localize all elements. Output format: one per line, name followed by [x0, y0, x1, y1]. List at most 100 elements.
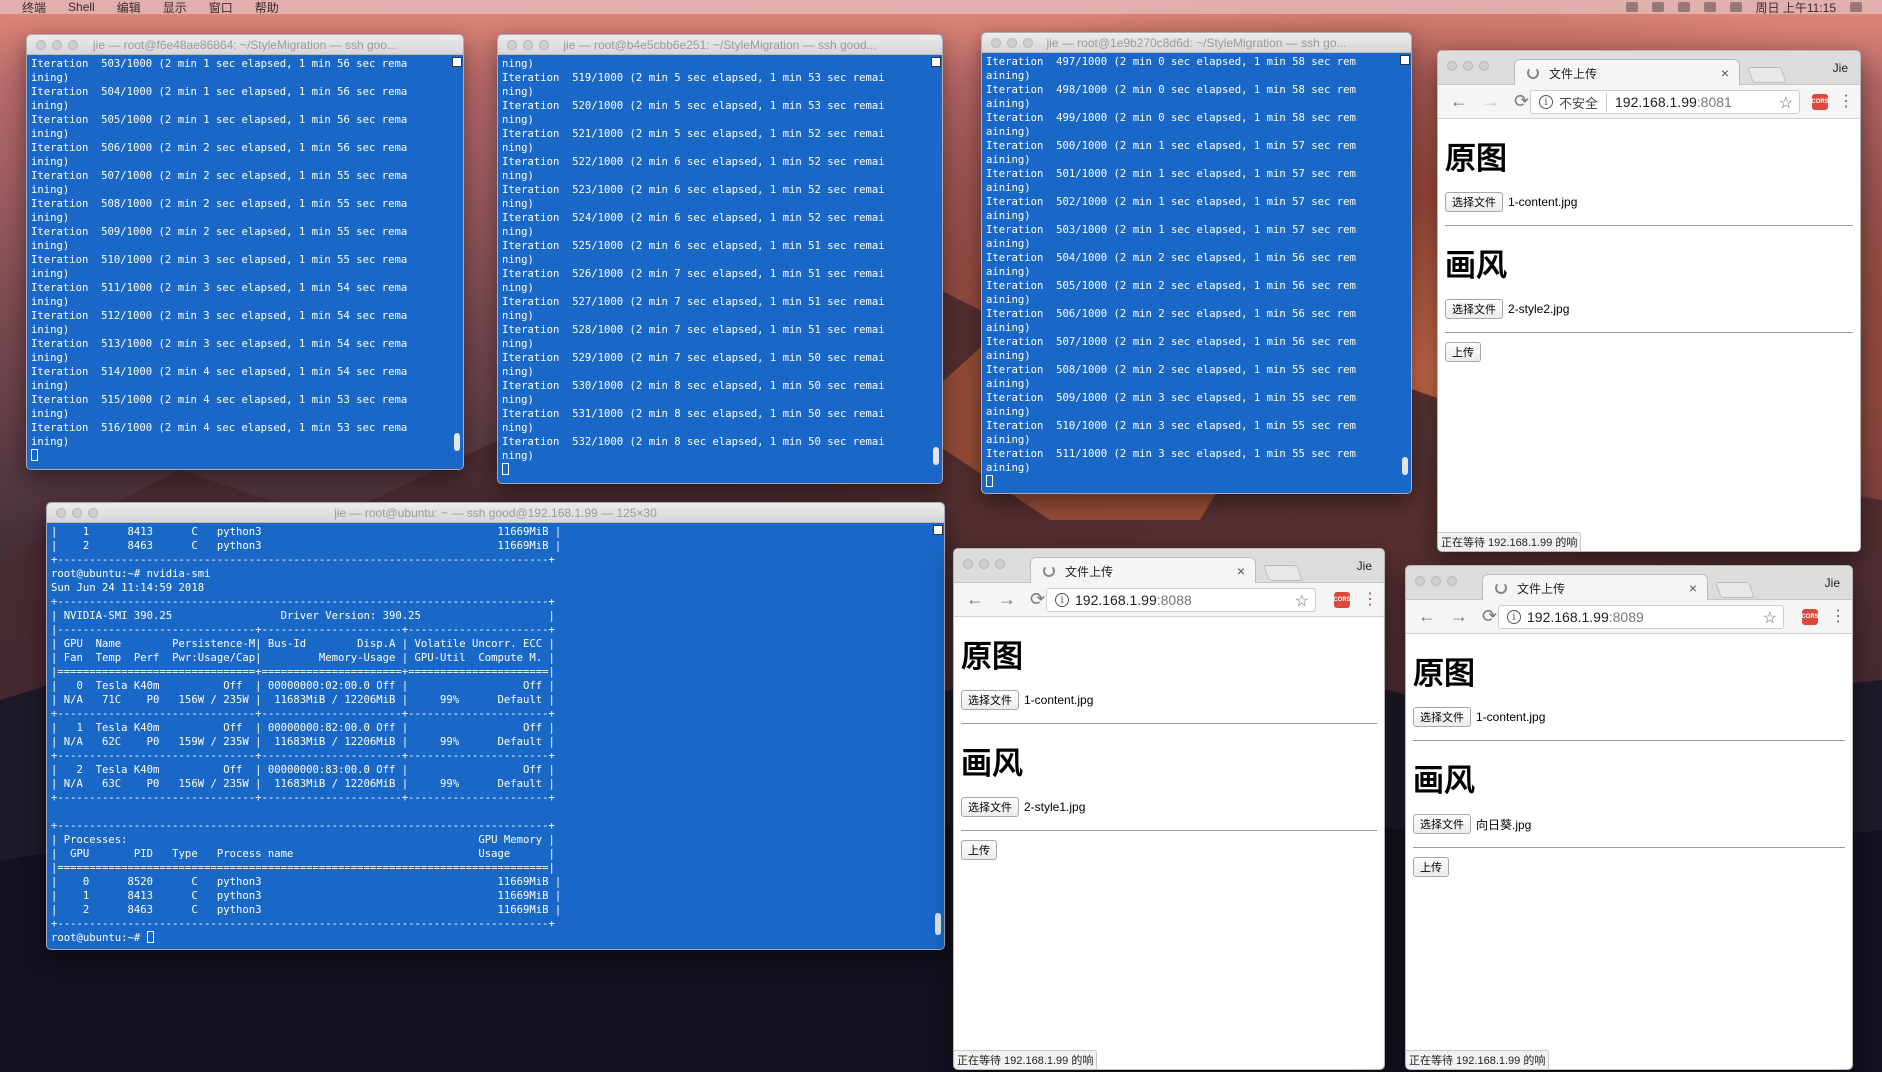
menu-window[interactable]: 窗口 [209, 0, 233, 16]
profile-name[interactable]: Jie [1825, 576, 1840, 590]
terminal-window-4[interactable]: jie — root@ubuntu: ~ — ssh good@192.168.… [46, 502, 945, 950]
info-icon[interactable]: i [1539, 95, 1553, 109]
terminal-output[interactable]: Iteration 497/1000 (2 min 0 sec elapsed,… [982, 53, 1411, 489]
minimize-button[interactable] [1431, 576, 1441, 586]
choose-file-button[interactable]: 选择文件 [1445, 192, 1503, 212]
upload-button[interactable]: 上传 [1413, 857, 1449, 877]
file-input-content[interactable]: 选择文件 1-content.jpg [961, 690, 1377, 710]
terminal-titlebar[interactable]: jie — root@ubuntu: ~ — ssh good@192.168.… [47, 503, 944, 523]
minimize-button[interactable] [72, 508, 82, 518]
back-icon[interactable]: ← [1450, 91, 1468, 112]
profile-name[interactable]: Jie [1357, 559, 1372, 573]
back-icon[interactable]: ← [1418, 606, 1436, 627]
terminal-titlebar[interactable]: jie — root@1e9b270c8d6d: ~/StyleMigratio… [982, 33, 1411, 53]
minimize-button[interactable] [1007, 38, 1017, 48]
browser-window-3[interactable]: 文件上传 × Jie ← → ⟳ i 192.168.1.99:8089 ☆ C… [1405, 565, 1853, 1070]
bookmark-star-icon[interactable]: ☆ [1295, 591, 1309, 611]
terminal-window-2[interactable]: jie — root@b4e5cbb6e251: ~/StyleMigratio… [497, 34, 943, 484]
close-button[interactable] [1415, 576, 1425, 586]
close-tab-icon[interactable]: × [1689, 580, 1697, 596]
terminal-output[interactable]: ning) Iteration 519/1000 (2 min 5 sec el… [498, 55, 942, 477]
zoom-button[interactable] [1023, 38, 1033, 48]
file-input-style[interactable]: 选择文件 2-style1.jpg [961, 797, 1377, 817]
terminal-output[interactable]: | 1 8413 C python3 11669MiB | | 2 8463 C… [47, 523, 944, 945]
scroll-thumb[interactable] [933, 447, 939, 465]
search-icon[interactable] [1677, 2, 1690, 12]
minimize-button[interactable] [52, 40, 62, 50]
close-tab-icon[interactable]: × [1237, 563, 1245, 579]
status-icon[interactable] [1625, 2, 1638, 12]
new-tab-button[interactable] [1263, 565, 1303, 581]
terminal-window-3[interactable]: jie — root@1e9b270c8d6d: ~/StyleMigratio… [981, 32, 1412, 494]
menu-help[interactable]: 帮助 [255, 0, 279, 16]
more-menu-icon[interactable]: ⋮ [1838, 91, 1854, 111]
notification-icon[interactable] [1850, 2, 1862, 12]
terminal-titlebar[interactable]: jie — root@f6e48ae86864: ~/StyleMigratio… [27, 35, 463, 55]
menu-view[interactable]: 显示 [163, 0, 187, 16]
address-bar[interactable]: i 192.168.1.99:8089 ☆ [1498, 605, 1784, 629]
new-tab-button[interactable] [1747, 67, 1787, 83]
reload-icon[interactable]: ⟳ [1482, 606, 1497, 627]
file-input-content[interactable]: 选择文件 1-content.jpg [1413, 707, 1845, 727]
zoom-button[interactable] [995, 559, 1005, 569]
close-button[interactable] [56, 508, 66, 518]
menubar-clock[interactable]: 周日 上午11:15 [1756, 0, 1836, 16]
choose-file-button[interactable]: 选择文件 [1445, 299, 1503, 319]
tab-file-upload[interactable]: 文件上传 × [1514, 59, 1740, 86]
choose-file-button[interactable]: 选择文件 [1413, 707, 1471, 727]
forward-icon[interactable]: → [998, 589, 1016, 610]
scrollbar[interactable] [930, 55, 942, 483]
file-input-style[interactable]: 选择文件 向日葵.jpg [1413, 814, 1845, 834]
stop-icon[interactable]: ⟳ [1514, 91, 1529, 112]
scroll-thumb[interactable] [1402, 457, 1408, 475]
info-icon[interactable]: i [1507, 610, 1521, 624]
new-tab-button[interactable] [1715, 582, 1755, 598]
choose-file-button[interactable]: 选择文件 [1413, 814, 1471, 834]
close-button[interactable] [991, 38, 1001, 48]
forward-icon[interactable]: → [1450, 606, 1468, 627]
minimize-button[interactable] [1463, 61, 1473, 71]
bookmark-star-icon[interactable]: ☆ [1763, 608, 1777, 628]
scrollbar[interactable] [1399, 53, 1411, 493]
menu-edit[interactable]: 编辑 [117, 0, 141, 16]
address-bar[interactable]: i 192.168.1.99:8088 ☆ [1046, 588, 1316, 612]
terminal-window-1[interactable]: jie — root@f6e48ae86864: ~/StyleMigratio… [26, 34, 464, 470]
bookmark-star-icon[interactable]: ☆ [1779, 93, 1793, 113]
zoom-button[interactable] [68, 40, 78, 50]
wifi-icon[interactable] [1703, 2, 1716, 12]
address-bar[interactable]: i 不安全 192.168.1.99:8081 ☆ [1530, 90, 1800, 114]
zoom-button[interactable] [539, 40, 549, 50]
scrollbar[interactable] [451, 55, 463, 469]
scroll-thumb[interactable] [454, 433, 460, 451]
extension-icon[interactable]: CORS [1801, 609, 1819, 625]
menu-shell[interactable]: Shell [68, 0, 95, 14]
profile-name[interactable]: Jie [1833, 61, 1848, 75]
zoom-button[interactable] [88, 508, 98, 518]
wechat-icon[interactable] [1651, 2, 1664, 12]
upload-button[interactable]: 上传 [961, 840, 997, 860]
close-button[interactable] [1447, 61, 1457, 71]
minimize-button[interactable] [523, 40, 533, 50]
zoom-button[interactable] [1447, 576, 1457, 586]
browser-window-1[interactable]: 文件上传 × Jie ← → ⟳ i 不安全 192.168.1.99:8081… [1437, 50, 1861, 552]
file-input-content[interactable]: 选择文件 1-content.jpg [1445, 192, 1853, 212]
extension-icon[interactable]: CORS [1333, 592, 1351, 608]
tab-file-upload[interactable]: 文件上传 × [1482, 574, 1708, 601]
tab-file-upload[interactable]: 文件上传 × [1030, 557, 1256, 584]
close-button[interactable] [36, 40, 46, 50]
back-icon[interactable]: ← [966, 589, 984, 610]
forward-icon[interactable]: → [1482, 91, 1500, 112]
file-input-style[interactable]: 选择文件 2-style2.jpg [1445, 299, 1853, 319]
scroll-thumb[interactable] [935, 913, 941, 935]
menu-terminal[interactable]: 终端 [22, 0, 46, 16]
choose-file-button[interactable]: 选择文件 [961, 690, 1019, 710]
choose-file-button[interactable]: 选择文件 [961, 797, 1019, 817]
more-menu-icon[interactable]: ⋮ [1830, 606, 1846, 626]
terminal-titlebar[interactable]: jie — root@b4e5cbb6e251: ~/StyleMigratio… [498, 35, 942, 55]
close-button[interactable] [507, 40, 517, 50]
browser-window-2[interactable]: 文件上传 × Jie ← → ⟳ i 192.168.1.99:8088 ☆ C… [953, 548, 1385, 1070]
input-method-icon[interactable] [1729, 2, 1742, 12]
reload-icon[interactable]: ⟳ [1030, 589, 1045, 610]
upload-button[interactable]: 上传 [1445, 342, 1481, 362]
zoom-button[interactable] [1479, 61, 1489, 71]
